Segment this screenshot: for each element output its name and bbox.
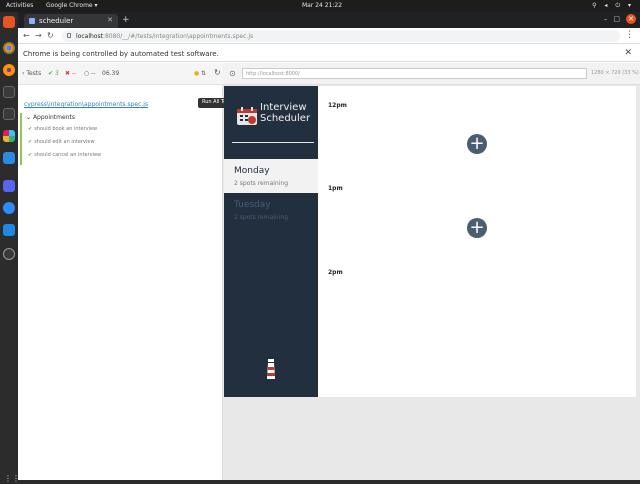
day-spots: 2 spots remaining	[234, 214, 289, 221]
vscode-icon[interactable]	[3, 152, 15, 164]
logo-line-1: Interview	[260, 102, 307, 113]
failed-count: ✖ --	[65, 70, 77, 77]
spec-path-link[interactable]: cypress\integration\appointments.spec.js	[24, 101, 148, 108]
infobar-message: Chrome is being controlled by automated …	[23, 50, 219, 58]
reporter-panel: ‹ Tests ✔ 3 ✖ -- ○ -- 06.39 ● ⇅ ↻ cypres…	[18, 63, 223, 480]
day-list-item-monday[interactable]: Monday 2 spots remaining	[224, 159, 318, 193]
suite-title-label: Appointments	[32, 114, 75, 121]
app-under-test: Interview Scheduler Monday 2 spots remai…	[224, 86, 636, 397]
appointment-time: 12pm	[328, 102, 347, 109]
logo-line-2: Scheduler	[260, 113, 311, 124]
day-name: Tuesday	[234, 200, 271, 210]
chrome-menu-icon[interactable]: ⋮	[625, 30, 634, 40]
pending-value: --	[91, 70, 96, 77]
pass-check-icon: ✔	[28, 152, 33, 158]
status-indicator-icon: ●	[194, 70, 200, 77]
omnibox[interactable]: localhost:8080/__/#/tests/integration\ap…	[62, 30, 620, 42]
clock[interactable]: Mar 24 21:22	[302, 2, 342, 9]
cypress-runner: ‹ Tests ✔ 3 ✖ -- ○ -- 06.39 ● ⇅ ↻ cypres…	[18, 63, 640, 480]
slack-icon[interactable]	[3, 130, 15, 142]
test-title: should cancel an interview	[34, 152, 102, 158]
toggle-auto-scroll-icon[interactable]: ⇅	[201, 70, 206, 77]
app-logo-text: Interview Scheduler	[260, 102, 310, 124]
test-row[interactable]: ✔ should book an interview	[28, 126, 97, 132]
passed-count: ✔ 3	[48, 70, 59, 77]
terminal-2-icon[interactable]	[3, 108, 15, 120]
viewport-info[interactable]: 1280 × 720 (33 %)	[591, 70, 639, 76]
back-icon[interactable]: ←	[23, 31, 30, 40]
suite-appointments[interactable]: ⌄ Appointments ✔ should book an interview…	[20, 113, 221, 165]
day-spots: 2 spots remaining	[234, 180, 289, 187]
spec-header: cypress\integration\appointments.spec.js	[18, 85, 223, 111]
add-appointment-button[interactable]: +	[467, 218, 487, 238]
ubuntu-software-icon[interactable]	[3, 16, 15, 28]
pass-check-icon: ✔	[28, 139, 33, 145]
tests-button-label: Tests	[26, 70, 42, 77]
sidebar-divider	[232, 142, 314, 143]
tab-strip: scheduler ✕ + –□ ✕	[18, 12, 640, 28]
test-row[interactable]: ✔ should edit an interview	[28, 139, 95, 145]
schedule-area: 12pm + 1pm + 2pm	[318, 86, 636, 397]
new-tab-icon[interactable]: +	[122, 15, 130, 25]
discord-icon[interactable]	[3, 180, 15, 192]
minimize-icon[interactable]: –	[604, 15, 614, 23]
reload-icon[interactable]: ↻	[47, 31, 54, 40]
cypress-icon[interactable]	[3, 248, 15, 260]
pass-check-icon: ✔	[28, 126, 33, 132]
terminal-icon[interactable]	[3, 86, 15, 98]
tab-favicon	[29, 18, 35, 24]
rerun-icon[interactable]: ↻	[214, 68, 221, 77]
address-path: :8080/__/#/tests/integration\appointment…	[102, 33, 254, 40]
activities-button[interactable]: Activities	[6, 2, 33, 9]
test-title: should book an interview	[34, 126, 98, 132]
pending-count: ○ --	[84, 70, 96, 77]
window-controls: –□ ✕	[604, 14, 636, 24]
add-appointment-button[interactable]: +	[467, 134, 487, 154]
maximize-icon[interactable]: □	[613, 15, 626, 23]
infobar-close-icon[interactable]: ✕	[624, 48, 632, 58]
calendar-logo-icon	[237, 107, 257, 125]
chrome-icon[interactable]	[3, 42, 15, 54]
tests-button[interactable]: ‹ Tests	[22, 70, 41, 77]
document-viewer-icon[interactable]	[3, 224, 15, 236]
test-title: should edit an interview	[34, 139, 95, 145]
window-close-icon[interactable]: ✕	[626, 14, 636, 24]
appointment-time: 1pm	[328, 185, 343, 192]
aut-url-field[interactable]: http://localhost:8000/	[242, 68, 587, 79]
system-tray[interactable]: ⚲ ◂ ⏻ ▾	[592, 2, 634, 10]
reporter-stats-bar: ‹ Tests ✔ 3 ✖ -- ○ -- 06.39 ● ⇅ ↻	[18, 63, 223, 85]
system-top-bar: Activities Google Chrome ▾ Mar 24 21:22 …	[0, 0, 640, 12]
suite-title: ⌄ Appointments	[26, 114, 75, 121]
failed-value: --	[71, 70, 77, 77]
tab-close-icon[interactable]: ✕	[107, 16, 113, 24]
day-list-item-tuesday[interactable]: Tuesday 2 spots remaining	[224, 193, 318, 227]
appointment-time: 2pm	[328, 269, 343, 276]
day-name: Monday	[234, 166, 270, 176]
dock: ⋮⋮	[0, 12, 20, 483]
tab-title: scheduler	[39, 17, 74, 25]
tab-scheduler[interactable]: scheduler ✕	[24, 14, 118, 28]
passed-value: 3	[54, 70, 59, 77]
run-duration: 06.39	[102, 70, 120, 77]
address-bar-row: ← → ↻ localhost:8080/__/#/tests/integrat…	[18, 28, 640, 44]
address-host: localhost	[76, 33, 103, 40]
automation-infobar: Chrome is being controlled by automated …	[18, 45, 640, 62]
zoom-icon[interactable]	[3, 202, 15, 214]
test-row[interactable]: ✔ should cancel an interview	[28, 152, 101, 158]
chrome-window: scheduler ✕ + –□ ✕ ← → ↻ localhost:8080/_…	[18, 12, 640, 480]
lighthouse-logo-icon	[267, 359, 275, 379]
selector-playground-icon[interactable]: ⊙	[229, 69, 236, 78]
show-applications-icon[interactable]: ⋮⋮	[4, 474, 20, 484]
forward-icon[interactable]: →	[35, 31, 42, 40]
site-info-icon[interactable]	[67, 33, 71, 38]
firefox-icon[interactable]	[3, 64, 15, 76]
scheduler-sidebar: Interview Scheduler Monday 2 spots remai…	[224, 86, 318, 397]
aut-header: ⊙ http://localhost:8000/ 1280 × 720 (33 …	[223, 63, 640, 85]
app-menu[interactable]: Google Chrome ▾	[46, 2, 98, 9]
